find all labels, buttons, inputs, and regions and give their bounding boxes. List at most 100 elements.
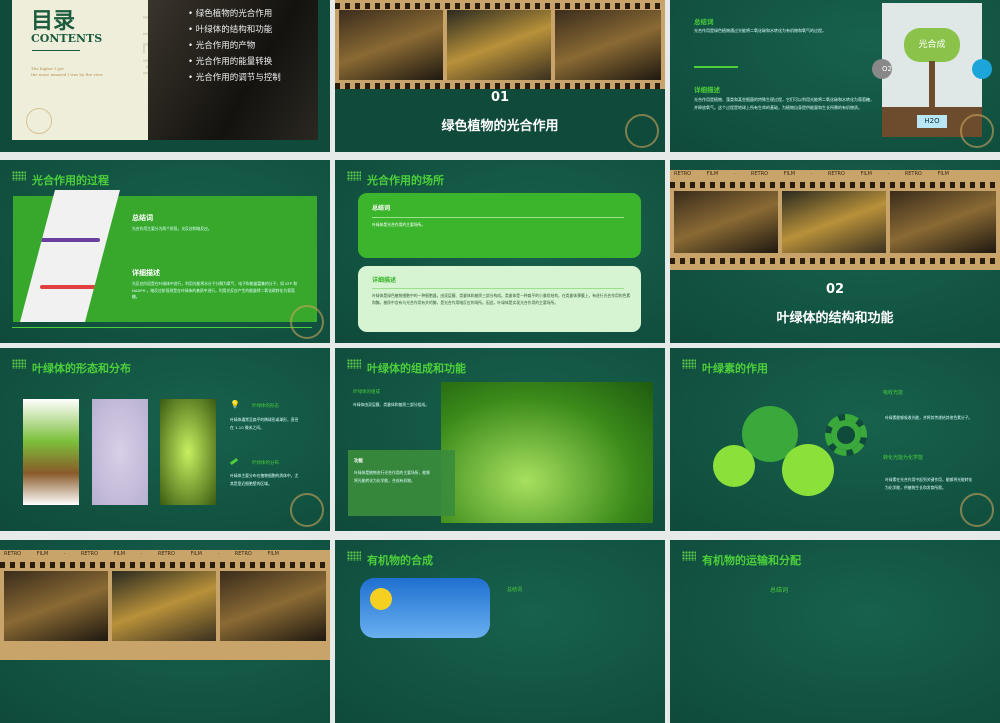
slide-transport[interactable]: 有机物的运输和分配 总结词	[670, 540, 1000, 723]
film-frame-image	[447, 10, 551, 80]
dots-icon	[682, 359, 696, 369]
section-number: 01	[490, 90, 510, 105]
divider	[372, 288, 624, 289]
stamp-icon	[290, 305, 324, 339]
film-frame-image	[220, 571, 326, 641]
toc-item[interactable]: • 光合作用的产物	[188, 38, 281, 54]
slide-section-02[interactable]: RETRO FILM · RETRO FILM · RETRO FILM · R…	[670, 160, 1000, 343]
h2o-label: H2O	[917, 115, 947, 128]
dots-icon	[12, 171, 26, 181]
dots-icon	[347, 171, 361, 181]
slide-process[interactable]: 光合作用的过程 总结词 光合作用主要分为两个阶段，光反应和暗反应。 详细描述 光…	[0, 160, 330, 343]
toc-title: 目录	[31, 8, 76, 34]
detail-text: 光合作用是植物、藻类和某些细菌的特殊生理过程，它们可以利用光能将二氧化碳和水转化…	[694, 97, 874, 110]
pencil-icon	[229, 457, 239, 466]
toc-item[interactable]: • 绿色植物的光合作用	[188, 6, 281, 22]
toc-item[interactable]: • 光合作用的调节与控制	[188, 70, 281, 86]
slide-composition[interactable]: 叶绿体的组成和功能 叶绿体的组成 叶绿体由双层膜、类囊体和基质三部分组成。 功能…	[335, 348, 665, 531]
function-heading: 功能	[354, 459, 363, 464]
lightbulb-icon: 💡	[230, 400, 240, 409]
slide-section-03[interactable]: RETRO FILM · RETRO FILM · RETRO FILM · R…	[0, 540, 330, 723]
toc-item-label: 叶绿体的结构和功能	[195, 25, 273, 35]
section-number: 02	[825, 282, 845, 297]
stamp-icon	[960, 493, 994, 527]
summary-text: 光合作用主要分为两个阶段，光反应和暗反应。	[132, 226, 212, 231]
slide-title: 叶绿体的形态和分布	[32, 362, 131, 375]
strip-label: RETRO FILM	[80, 551, 126, 557]
strip-label: RETRO FILM	[157, 551, 202, 557]
strip-label: RETRO FILM	[750, 171, 796, 177]
strip-label: RETRO FILM	[674, 171, 719, 177]
toc-item-label: 光合作用的产物	[195, 41, 256, 51]
stamp-icon	[960, 114, 994, 148]
convert-text: 叶绿素在光合作用中起到关键作用，能够将光能转化为化学能，供植物生长和发育所需。	[885, 477, 973, 490]
detail-heading: 详细描述	[694, 86, 720, 94]
chloroplast-image	[160, 399, 216, 505]
summary-heading: 总结词	[694, 18, 714, 26]
section-title: 绿色植物的光合作用	[441, 119, 559, 134]
strip-label: RETRO FILM	[827, 171, 872, 177]
detail-heading: 详细描述	[372, 277, 397, 284]
dots-icon	[12, 359, 26, 369]
summary-heading: 总结词	[770, 587, 789, 594]
slide-site[interactable]: 光合作用的场所 总结词 叶绿体是光合作用的主要场所。 详细描述 叶绿体是绿色植物…	[335, 160, 665, 343]
composition-text: 叶绿体由双层膜、类囊体和基质三部分组成。	[353, 402, 429, 407]
film-strip: RETRO FILM · RETRO FILM · RETRO FILM · R…	[670, 170, 1000, 270]
toc-item[interactable]: • 光合作用的能量转换	[188, 54, 281, 70]
divider	[694, 66, 738, 68]
tree-crown-label: 光合成	[904, 28, 960, 62]
toc-item[interactable]: • 叶绿体的结构和功能	[188, 22, 281, 38]
film-holes	[670, 182, 1000, 188]
strip-label: RETRO FILM	[4, 551, 49, 557]
slide-title: 光合作用的过程	[32, 174, 109, 187]
film-holes	[335, 3, 665, 9]
slide-title: 有机物的运输和分配	[702, 554, 801, 567]
divider	[372, 217, 624, 218]
summary-heading: 总结词	[132, 214, 153, 222]
plant-photo	[441, 382, 653, 523]
dots-icon	[347, 551, 361, 561]
detail-heading: 详细描述	[132, 269, 160, 277]
quote-line: the more amazed I was by the view.	[31, 72, 104, 77]
shape-heading: 叶绿体的形态	[252, 404, 279, 409]
slide-title: 叶绿体的组成和功能	[367, 362, 466, 375]
distribution-heading: 叶绿体的分布	[252, 461, 279, 466]
convert-heading: 转化光能为化学能	[883, 455, 924, 461]
absorb-text: 叶绿素能够吸收光能，并将其传递给其他色素分子。	[885, 415, 973, 420]
toc-quote: The higher I got the more amazed I was by…	[31, 66, 103, 78]
film-frame-image	[4, 571, 108, 641]
slide-synthesis[interactable]: 有机物的合成 总结词	[335, 540, 665, 723]
film-holes	[0, 562, 330, 568]
film-frame-image	[555, 10, 661, 80]
film-frame-image	[782, 191, 886, 253]
detail-text: 叶绿体是绿色植物细胞中的一种细胞器，由双层膜、类囊体和基质三部分构成。类囊体是一…	[372, 293, 631, 305]
o2-icon	[972, 59, 992, 79]
toc-left-panel: 目录 CONTENTS The higher I got the more ama…	[12, 0, 162, 140]
slide-toc[interactable]: 目录 CONTENTS The higher I got the more ama…	[0, 0, 330, 152]
toc-list: • 绿色植物的光合作用 • 叶绿体的结构和功能 • 光合作用的产物 • 光合作用…	[188, 6, 281, 86]
gear-settings-icon	[713, 445, 755, 487]
slide-title: 叶绿素的作用	[702, 362, 768, 375]
film-frame-image	[674, 191, 778, 253]
slide-shape[interactable]: 叶绿体的形态和分布 💡 叶绿体的形态 叶绿体通常呈扁平的椭球形或球形，直径在 1…	[0, 348, 330, 531]
film-holes	[670, 258, 1000, 264]
co2-icon: O2	[872, 59, 892, 79]
function-text: 叶绿体是植物进行光合作用的主要场所，能够将光能转化为化学能，合成有机物。	[354, 470, 430, 483]
distribution-text: 叶绿体主要分布在植物细胞的质体中，尤其是靠近细胞壁的区域。	[230, 473, 299, 486]
toc-item-label: 绿色植物的光合作用	[195, 9, 273, 19]
stamp-icon	[625, 114, 659, 148]
slide-title: 光合作用的场所	[367, 174, 444, 187]
slide-pigment[interactable]: 叶绿素的作用 吸收光能 叶绿素能够吸收光能，并将其传递给其他色素分子。 转化光能…	[670, 348, 1000, 531]
toc-item-label: 光合作用的调节与控制	[195, 73, 281, 83]
slide-intro[interactable]: 总结词 光合作用是绿色植物通过光能将二氧化碳和水转化为有机物和氧气的过程。 详细…	[670, 0, 1000, 152]
composition-heading: 叶绿体的组成	[353, 390, 380, 395]
tree-image	[23, 399, 79, 505]
tree-trunk	[929, 61, 935, 107]
stamp-icon	[290, 493, 324, 527]
dots-icon	[682, 551, 696, 561]
film-strip-text: RETRO FILM · RETRO FILM · RETRO FILM · R…	[4, 551, 279, 557]
gear-target-icon	[782, 444, 834, 496]
toc-subtitle: CONTENTS	[31, 32, 103, 45]
summary-card: 总结词 叶绿体是光合作用的主要场所。	[358, 193, 641, 258]
slide-section-01[interactable]: 01 绿色植物的光合作用	[335, 0, 665, 152]
